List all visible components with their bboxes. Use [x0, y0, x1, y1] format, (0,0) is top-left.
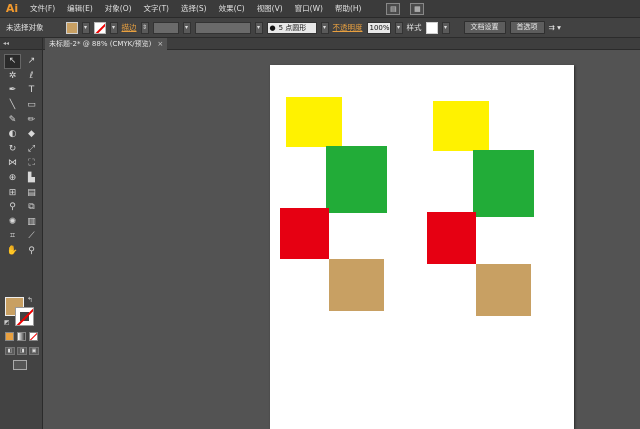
mesh-tool-icon[interactable]: ⊞: [4, 185, 21, 200]
eyedropper-tool-icon[interactable]: ⚲: [4, 200, 21, 215]
magic-wand-tool-icon[interactable]: ✲: [4, 69, 21, 84]
brush-label: 5 点圆形: [278, 23, 307, 32]
pencil-tool-icon[interactable]: ✏: [23, 112, 40, 127]
arrange-documents-icon[interactable]: ▦: [410, 2, 425, 15]
menu-view[interactable]: 视图(V): [251, 0, 289, 18]
zoom-tool-icon[interactable]: ⚲: [23, 244, 40, 259]
panel-collapse-icon[interactable]: ◂◂: [0, 38, 42, 50]
fill-color-swatch[interactable]: [65, 21, 78, 34]
menu-bar: Ai 文件(F) 编辑(E) 对象(O) 文字(T) 选择(S) 效果(C) 视…: [0, 0, 640, 18]
gradient-tool-icon[interactable]: ▤: [23, 185, 40, 200]
menu-type[interactable]: 文字(T): [138, 0, 175, 18]
perspective-grid-tool-icon[interactable]: ▙: [23, 171, 40, 186]
document-tab-title: 未标题-2* @ 88% (CMYK/预览): [49, 40, 152, 48]
draw-normal-icon[interactable]: ◧: [5, 347, 15, 355]
brush-dot-icon: ●: [269, 23, 276, 32]
swap-fill-stroke-icon[interactable]: ↰: [27, 296, 33, 304]
chevron-down-icon[interactable]: ▾: [394, 21, 403, 34]
artboard[interactable]: [270, 65, 574, 429]
slice-tool-icon[interactable]: ⟋: [23, 229, 40, 244]
stroke-label[interactable]: 描边: [122, 22, 137, 33]
eraser-tool-icon[interactable]: ◆: [23, 127, 40, 142]
draw-behind-icon[interactable]: ◨: [17, 347, 27, 355]
free-transform-tool-icon[interactable]: ⛶: [23, 156, 40, 171]
lasso-tool-icon[interactable]: ℓ: [23, 69, 40, 84]
chevron-down-icon[interactable]: ▾: [254, 21, 263, 34]
menu-file[interactable]: 文件(F): [24, 0, 61, 18]
arrange-icon[interactable]: ⇉ ▾: [549, 23, 561, 32]
opacity-label[interactable]: 不透明度: [333, 22, 363, 33]
default-fill-stroke-icon[interactable]: ◩: [4, 319, 10, 326]
line-tool-icon[interactable]: ╲: [4, 98, 21, 113]
pen-tool-icon[interactable]: ✒: [4, 83, 21, 98]
stroke-swatch[interactable]: [15, 307, 34, 326]
color-mode-icon[interactable]: [5, 332, 14, 341]
paintbrush-tool-icon[interactable]: ✎: [4, 112, 21, 127]
shape-builder-tool-icon[interactable]: ⊕: [4, 171, 21, 186]
brush-definition-field[interactable]: ● 5 点圆形: [266, 21, 317, 34]
chevron-down-icon[interactable]: ▾: [109, 21, 118, 34]
artboard-tool-icon[interactable]: ⌗: [4, 229, 21, 244]
style-label: 样式: [406, 23, 422, 32]
preferences-button[interactable]: 首选项: [509, 21, 545, 34]
gradient-mode-icon[interactable]: [17, 332, 26, 341]
stroke-weight-stepper[interactable]: ⇕: [140, 21, 149, 34]
red-square[interactable]: [427, 212, 476, 264]
rectangle-tool-icon[interactable]: ▭: [23, 98, 40, 113]
none-mode-icon[interactable]: [29, 332, 38, 341]
column-graph-tool-icon[interactable]: ▥: [23, 215, 40, 230]
tools-panel: ◂◂ ↖ ↗ ✲ ℓ ✒ T ╲ ▭ ✎ ✏ ◐ ◆ ↻ ⤢ ⋈ ⛶ ⊕ ▙ ⊞…: [0, 38, 43, 429]
hand-tool-icon[interactable]: ✋: [4, 244, 21, 259]
menu-select[interactable]: 选择(S): [175, 0, 213, 18]
width-tool-icon[interactable]: ⋈: [4, 156, 21, 171]
close-icon[interactable]: ×: [157, 38, 163, 50]
green-square[interactable]: [326, 146, 387, 213]
document-tab[interactable]: 未标题-2* @ 88% (CMYK/预览) ×: [45, 38, 168, 50]
type-tool-icon[interactable]: T: [23, 83, 40, 98]
chevron-down-icon[interactable]: ▾: [81, 21, 90, 34]
draw-inside-icon[interactable]: ▣: [29, 347, 39, 355]
blob-brush-tool-icon[interactable]: ◐: [4, 127, 21, 142]
direct-selection-tool-icon[interactable]: ↗: [23, 54, 40, 69]
green-square[interactable]: [473, 150, 534, 217]
menu-window[interactable]: 窗口(W): [289, 0, 329, 18]
tan-square[interactable]: [329, 259, 384, 311]
chevron-down-icon[interactable]: ▾: [320, 21, 329, 34]
variable-width-field[interactable]: [194, 21, 251, 34]
menu-edit[interactable]: 编辑(E): [61, 0, 99, 18]
yellow-square[interactable]: [433, 101, 489, 151]
chevron-down-icon[interactable]: ▾: [182, 21, 191, 34]
menu-object[interactable]: 对象(O): [99, 0, 138, 18]
stroke-color-swatch[interactable]: [93, 21, 106, 34]
scale-tool-icon[interactable]: ⤢: [23, 142, 40, 157]
graphic-style-swatch[interactable]: [425, 21, 438, 34]
app-logo: Ai: [5, 2, 19, 15]
blend-tool-icon[interactable]: ⧉: [23, 200, 40, 215]
tan-square[interactable]: [476, 264, 531, 316]
stroke-weight-field[interactable]: [152, 21, 179, 34]
symbol-sprayer-tool-icon[interactable]: ✺: [4, 215, 21, 230]
document-tab-bar: 未标题-2* @ 88% (CMYK/预览) ×: [43, 38, 640, 50]
selection-tool-icon[interactable]: ↖: [4, 54, 21, 69]
control-bar: 未选择对象 ▾ ▾ 描边 ⇕ ▾ ▾ ● 5 点圆形 ▾ 不透明度 100% ▾…: [0, 18, 640, 38]
document-setup-button[interactable]: 文档设置: [463, 21, 506, 34]
menu-help[interactable]: 帮助(H): [329, 0, 368, 18]
bridge-icon[interactable]: ▤: [386, 2, 401, 15]
red-square[interactable]: [280, 208, 329, 259]
opacity-field[interactable]: 100%: [366, 21, 391, 34]
screen-mode-icon[interactable]: [13, 360, 27, 370]
chevron-down-icon[interactable]: ▾: [441, 21, 450, 34]
rotate-tool-icon[interactable]: ↻: [4, 142, 21, 157]
selection-status: 未选择对象: [6, 23, 44, 32]
yellow-square[interactable]: [286, 97, 342, 147]
menu-effect[interactable]: 效果(C): [213, 0, 251, 18]
